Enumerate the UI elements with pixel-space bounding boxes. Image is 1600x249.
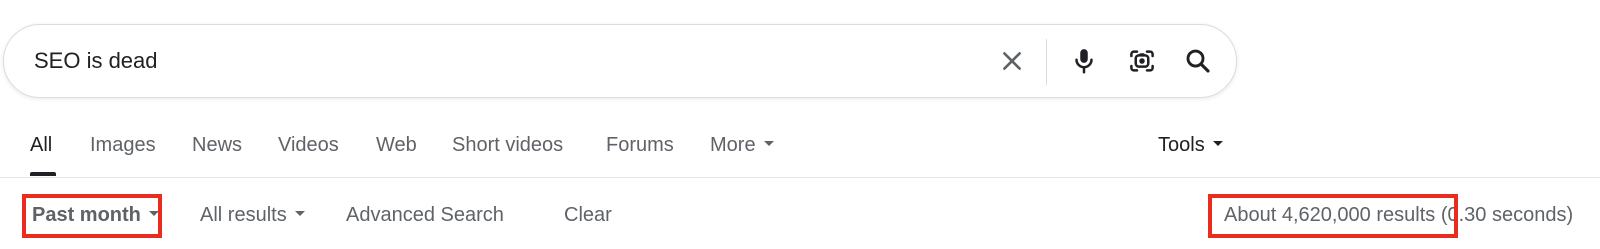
tab-news[interactable]: News: [192, 134, 242, 157]
search-input[interactable]: SEO is dead: [34, 25, 158, 97]
search-tabs: All Images News Videos Web Short videos …: [0, 126, 1600, 176]
clear-filters-link[interactable]: Clear: [564, 204, 612, 227]
tab-short-videos[interactable]: Short videos: [452, 134, 563, 157]
chevron-down-icon: [294, 211, 305, 217]
tab-all[interactable]: All: [30, 134, 52, 157]
chevron-down-icon: [763, 141, 774, 147]
search-divider: [1046, 39, 1047, 85]
tab-more[interactable]: More: [710, 134, 774, 157]
microphone-icon[interactable]: [1066, 43, 1102, 79]
tabs-divider: [0, 177, 1600, 178]
close-icon[interactable]: [994, 43, 1030, 79]
advanced-search-link[interactable]: Advanced Search: [346, 204, 504, 227]
tools-button[interactable]: Tools: [1158, 134, 1223, 157]
tab-forums[interactable]: Forums: [606, 134, 674, 157]
results-filter-dropdown[interactable]: All results: [200, 204, 305, 227]
tab-videos[interactable]: Videos: [278, 134, 339, 157]
results-filter-label: All results: [200, 204, 287, 226]
tab-images[interactable]: Images: [90, 134, 156, 157]
highlight-box-result-count: [1208, 194, 1458, 238]
tools-label: Tools: [1158, 134, 1205, 156]
search-time: (0.30 seconds): [1440, 204, 1574, 226]
tab-more-label: More: [710, 134, 756, 156]
search-box[interactable]: SEO is dead: [3, 24, 1237, 98]
active-tab-indicator: [30, 172, 56, 176]
chevron-down-icon: [1212, 141, 1223, 147]
tab-web[interactable]: Web: [376, 134, 417, 157]
search-icon[interactable]: [1180, 43, 1216, 79]
highlight-box-time-filter: [22, 194, 162, 238]
lens-camera-icon[interactable]: [1124, 43, 1160, 79]
